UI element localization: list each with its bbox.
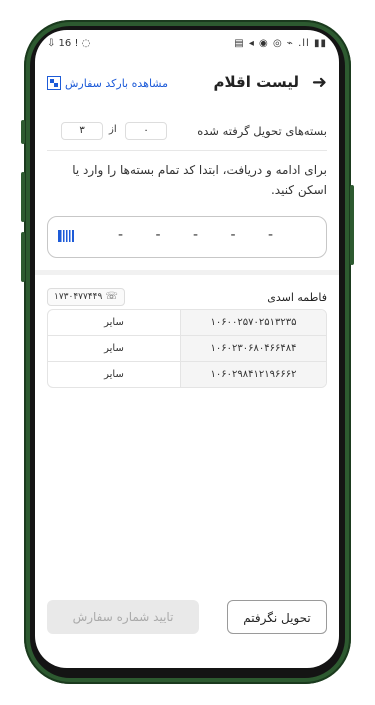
page-title: لیست اقلام — [213, 73, 299, 91]
items-table: ۱۰۶۰۰۲۵۷۰۲۵۱۳۲۳۵ سایر ۱۰۶۰۲۳۰۶۸۰۴۶۶۴۸۴ س… — [47, 309, 327, 388]
package-code-input[interactable]: - - - - - — [47, 216, 327, 258]
table-row: ۱۰۶۰۰۲۵۷۰۲۵۱۳۲۳۵ سایر — [48, 310, 326, 336]
item-type: سایر — [48, 336, 181, 361]
status-bar-left: ‪⇩ 16 ! ◌‬ — [47, 38, 91, 49]
table-row: ۱۰۶۰۲۳۰۶۸۰۴۶۶۴۸۴ سایر — [48, 336, 326, 362]
instructions-text: برای ادامه و دریافت، ابتدا کد تمام بسته‌… — [72, 163, 327, 197]
view-order-barcode-link[interactable]: مشاهده بارکد سفارش — [47, 76, 168, 90]
table-row: ۱۰۶۰۲۹۸۴۱۲۱۹۶۶۶۲ سایر — [48, 362, 326, 387]
customer-phone: ۱۷۳۰۴۷۷۴۴۹ — [54, 292, 103, 302]
not-received-button[interactable]: تحویل نگرفتم — [227, 600, 327, 634]
status-bar-icons: ▤ ◂ ◉ ◎ ⌁ .ll ▮▮ — [234, 38, 327, 49]
barcode-link-label: مشاهده بارکد سفارش — [65, 76, 168, 90]
back-arrow-icon[interactable]: ➜ — [312, 72, 327, 93]
phone-side-button — [21, 120, 25, 144]
app-screen: ‪⇩ 16 ! ◌‬ ▤ ◂ ◉ ◎ ⌁ .ll ▮▮ ➜ لیست اقلام… — [35, 30, 339, 668]
code-input-placeholder: - - - - - — [118, 227, 288, 243]
phone-side-button — [21, 172, 25, 222]
item-code: ۱۰۶۰۲۹۸۴۱۲۱۹۶۶۶۲ — [181, 362, 326, 387]
customer-phone-badge[interactable]: ۱۷۳۰۴۷۷۴۴۹ ☏ — [47, 288, 125, 306]
phone-power-button — [350, 185, 354, 265]
confirm-order-number-button[interactable]: تایید شماره سفارش — [47, 600, 199, 634]
item-type: سایر — [48, 310, 181, 335]
item-code: ۱۰۶۰۲۳۰۶۸۰۴۶۶۴۸۴ — [181, 336, 326, 361]
counter-of-label: از — [109, 124, 117, 135]
customer-name: فاطمه اسدی — [267, 291, 327, 304]
customer-row: فاطمه اسدی ۱۷۳۰۴۷۷۴۴۹ ☏ — [47, 288, 327, 308]
divider — [47, 150, 327, 151]
barcode-scan-icon[interactable] — [58, 230, 74, 242]
total-count: ۳ — [61, 122, 103, 140]
received-count: ۰ — [125, 122, 167, 140]
app-header: ➜ لیست اقلام مشاهده بارکد سفارش — [35, 68, 339, 98]
phone-side-button — [21, 232, 25, 282]
qr-code-icon — [47, 76, 61, 90]
status-bar: ‪⇩ 16 ! ◌‬ ▤ ◂ ◉ ◎ ⌁ .ll ▮▮ — [35, 30, 339, 60]
section-separator — [35, 270, 339, 275]
received-packages-counter: بسته‌های تحویل گرفته شده ۰ از ۳ — [47, 122, 327, 142]
phone-icon: ☏ — [105, 291, 118, 302]
item-type: سایر — [48, 362, 181, 387]
footer-actions: تحویل نگرفتم تایید شماره سفارش — [47, 600, 327, 636]
counter-label: بسته‌های تحویل گرفته شده — [197, 124, 327, 138]
item-code: ۱۰۶۰۰۲۵۷۰۲۵۱۳۲۳۵ — [181, 310, 326, 335]
